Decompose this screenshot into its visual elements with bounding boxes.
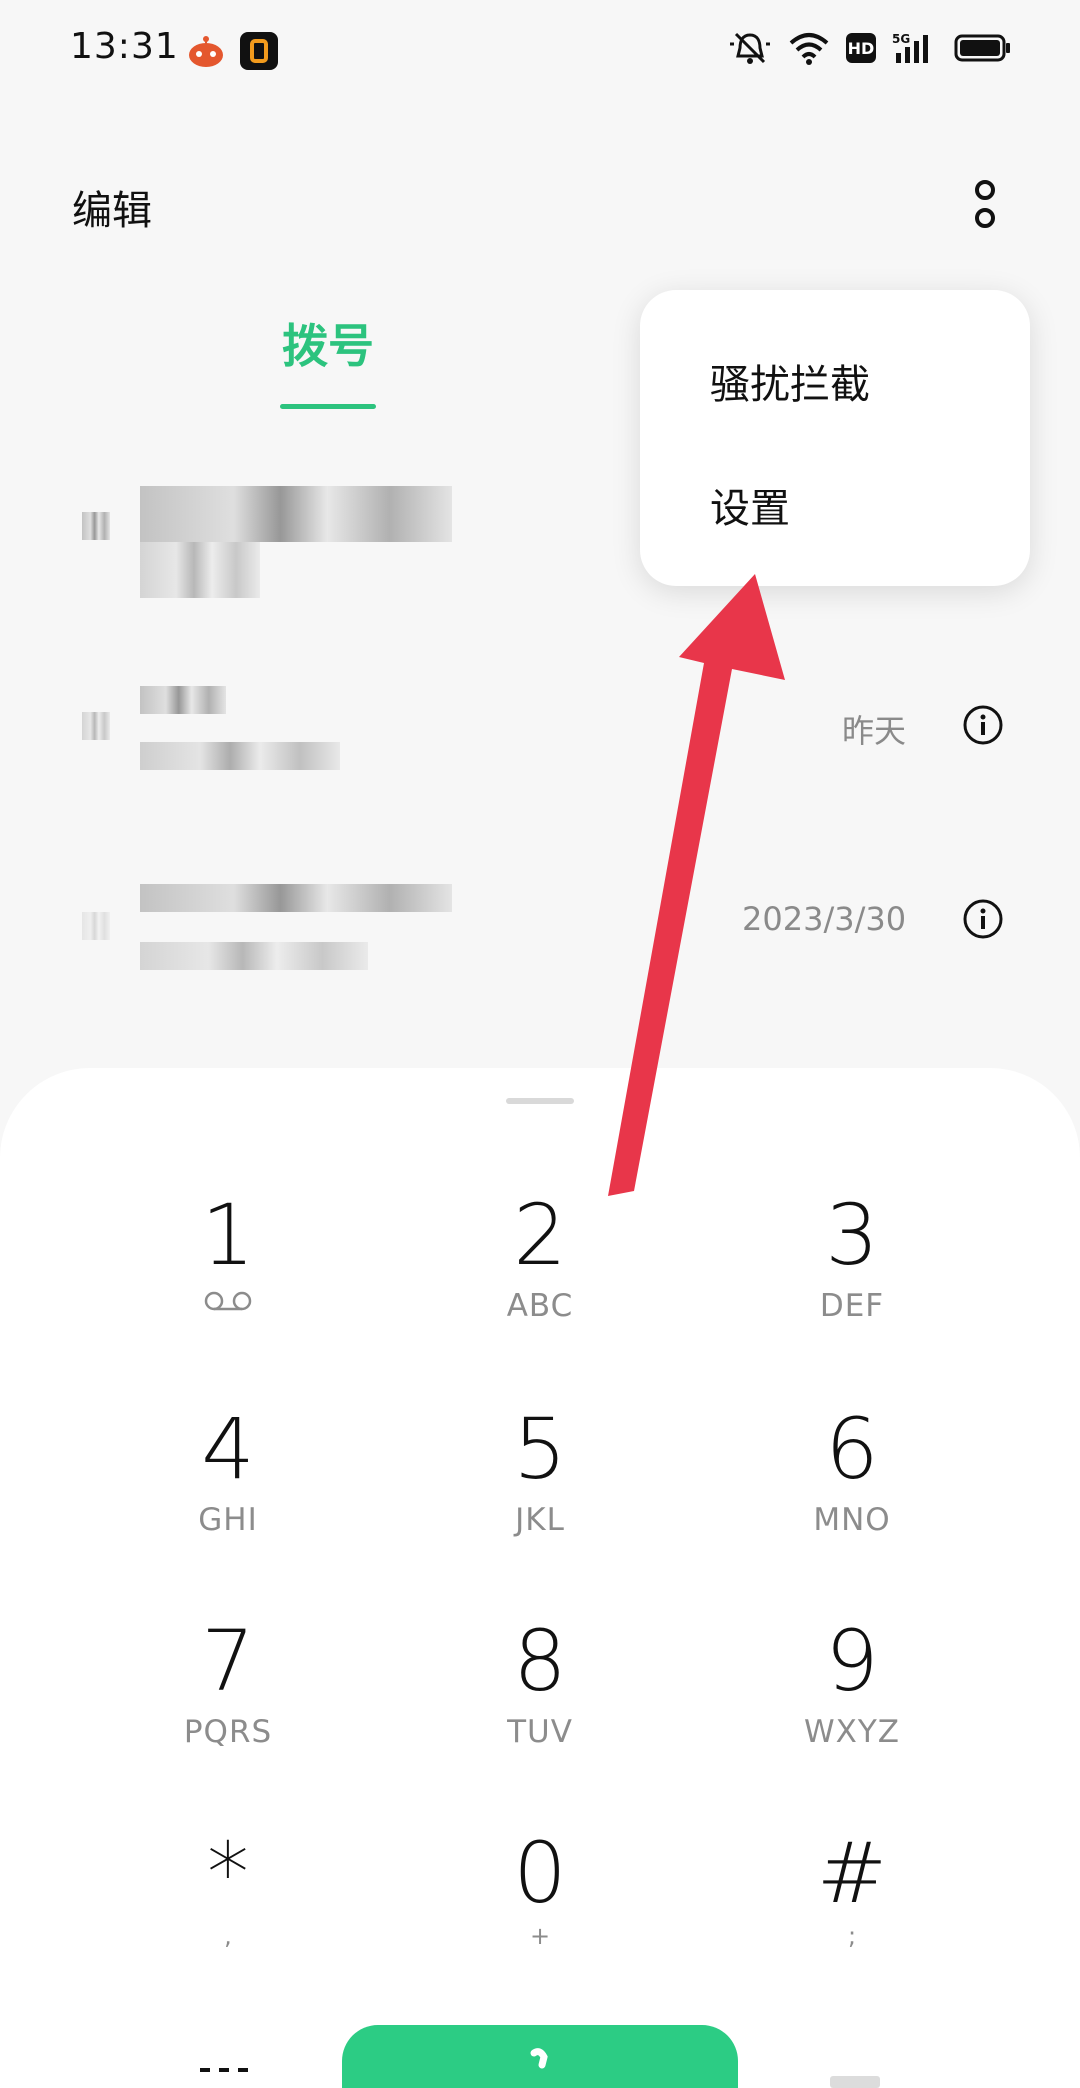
phone-icon xyxy=(530,2048,548,2069)
contact-name-redacted xyxy=(140,486,452,542)
battery-icon xyxy=(954,34,1010,62)
key-digit: 5 xyxy=(513,1400,567,1498)
menu-item-settings[interactable]: 设置 xyxy=(710,476,790,534)
call-log-row[interactable]: 2023/3/30 xyxy=(0,840,1080,1000)
dialpad-key-4[interactable]: 4 GHI xyxy=(128,1404,328,1564)
tab-active-indicator xyxy=(280,404,376,409)
dialpad-key-8[interactable]: 8 TUV xyxy=(440,1616,640,1776)
dialer-screen: 13:31 HD 5G 编辑 拨号 昨天 2023/3/30 骚扰拦截 设置 1… xyxy=(0,0,1080,2088)
key-digit: 9 xyxy=(825,1612,879,1710)
call-time: 昨天 xyxy=(842,712,907,750)
contact-number-redacted xyxy=(140,742,340,770)
call-button[interactable] xyxy=(342,2025,738,2088)
wifi-icon xyxy=(789,33,829,65)
key-letters: JKL xyxy=(515,1502,565,1538)
dialpad-sheet: 1 2 ABC 3 DEF 4 GHI 5 JKL 6 MNO 7 PQRS 8… xyxy=(0,1068,1080,2088)
dialpad-key-2[interactable]: 2 ABC xyxy=(440,1190,640,1350)
dialpad-key-hash[interactable]: # ; xyxy=(752,1828,952,1988)
key-letters: MNO xyxy=(813,1502,891,1538)
key-letters: TUV xyxy=(507,1714,573,1750)
notification-app-icon xyxy=(189,36,223,67)
more-vertical-icon-dot xyxy=(975,208,995,228)
contact-name-redacted xyxy=(140,884,452,912)
delete-button[interactable] xyxy=(830,2076,880,2088)
voicemail-icon xyxy=(204,1291,252,1311)
key-letters: WXYZ xyxy=(803,1714,901,1750)
silent-bell-icon xyxy=(730,32,770,64)
key-digit: # xyxy=(816,1824,888,1922)
info-icon[interactable] xyxy=(962,704,1004,746)
status-bar: 13:31 HD 5G xyxy=(0,0,1080,100)
key-letters: ; xyxy=(847,1922,857,1950)
dialpad-key-1[interactable]: 1 xyxy=(128,1190,328,1350)
key-letters: GHI xyxy=(198,1502,258,1538)
key-digit: 4 xyxy=(201,1400,255,1498)
key-letters: ABC xyxy=(506,1288,574,1324)
signal-5g-icon: 5G xyxy=(892,32,928,63)
dialpad-key-6[interactable]: 6 MNO xyxy=(752,1404,952,1564)
key-digit: 1 xyxy=(201,1186,255,1284)
call-type-indicator xyxy=(82,912,110,940)
key-digit: 2 xyxy=(513,1186,567,1284)
status-icons: HD 5G xyxy=(728,30,1012,66)
more-vertical-icon xyxy=(975,180,995,200)
key-letters: DEF xyxy=(819,1288,885,1324)
key-letters: + xyxy=(529,1922,551,1950)
key-digit: 7 xyxy=(201,1612,255,1710)
dialpad-key-5[interactable]: 5 JKL xyxy=(440,1404,640,1564)
dialpad-key-star[interactable]: * , xyxy=(128,1828,328,1988)
status-time: 13:31 xyxy=(70,26,179,67)
dialpad-toggle-icon[interactable] xyxy=(198,2064,250,2084)
contact-number-redacted xyxy=(140,942,368,970)
hd-badge: HD xyxy=(846,33,876,63)
dialpad-key-0[interactable]: 0 + xyxy=(440,1828,640,1988)
call-type-indicator xyxy=(82,712,110,740)
contact-number-redacted xyxy=(140,542,260,598)
key-digit: 8 xyxy=(513,1612,567,1710)
key-digit: 3 xyxy=(825,1186,879,1284)
info-icon[interactable] xyxy=(962,898,1004,940)
edit-button[interactable]: 编辑 xyxy=(72,178,152,236)
menu-item-spam-block[interactable]: 骚扰拦截 xyxy=(710,352,870,410)
more-options-button[interactable] xyxy=(960,176,1010,232)
dialpad-key-9[interactable]: 9 WXYZ xyxy=(752,1616,952,1776)
network-label: 5G xyxy=(892,32,910,46)
tab-dial[interactable]: 拨号 xyxy=(278,310,378,409)
key-digit: 0 xyxy=(513,1824,567,1922)
dialpad-key-3[interactable]: 3 DEF xyxy=(752,1190,952,1350)
notification-app-icon-2 xyxy=(240,32,278,70)
key-letters: PQRS xyxy=(183,1714,273,1750)
contact-name-redacted xyxy=(140,686,226,714)
call-time: 2023/3/30 xyxy=(742,900,907,938)
dialpad-key-7[interactable]: 7 PQRS xyxy=(128,1616,328,1776)
key-digit: * xyxy=(207,1824,249,1922)
key-letters: , xyxy=(224,1922,232,1950)
overflow-popup-menu: 骚扰拦截 设置 xyxy=(640,290,1030,586)
key-digit: 6 xyxy=(825,1400,879,1498)
tab-dial-label: 拨号 xyxy=(282,319,374,373)
call-log-row[interactable]: 昨天 xyxy=(0,650,1080,810)
call-type-indicator xyxy=(82,512,110,540)
sheet-drag-handle[interactable] xyxy=(506,1098,574,1104)
